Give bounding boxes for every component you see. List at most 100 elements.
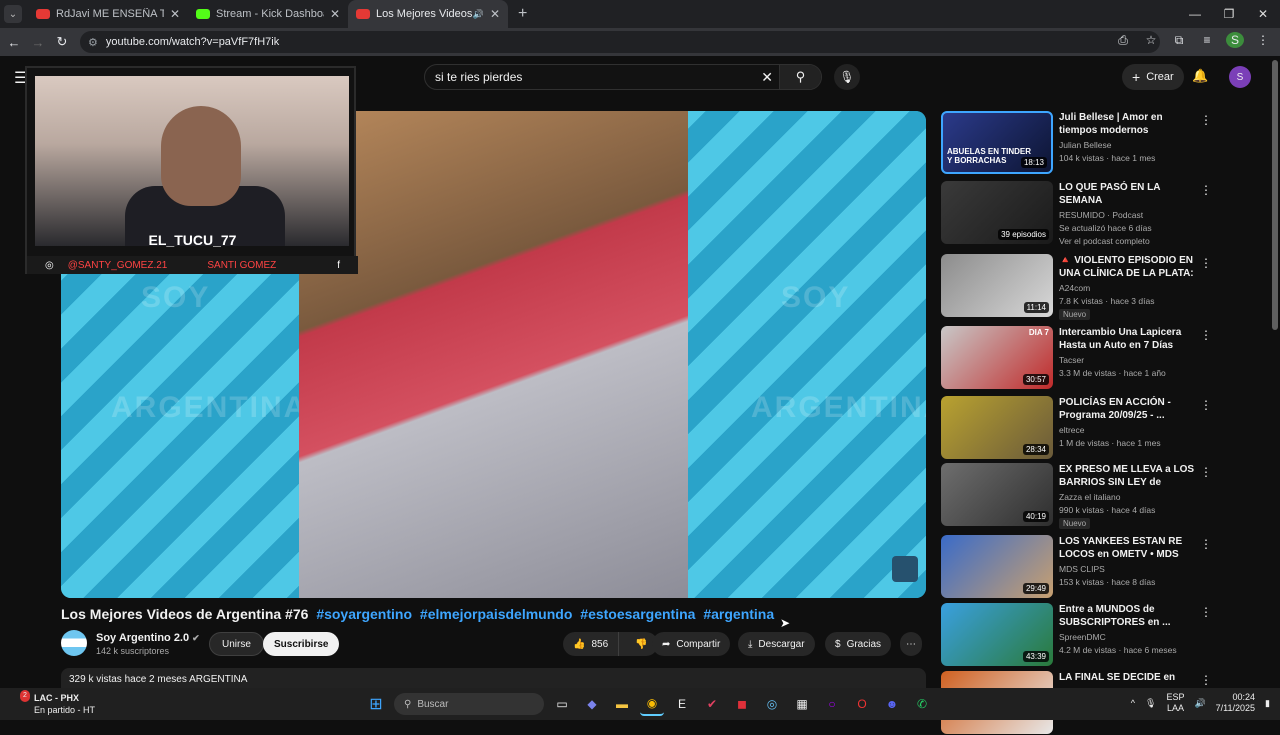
video-menu-icon[interactable]: ⋮ [1200,673,1212,687]
reload-icon[interactable]: ↻ [50,34,74,50]
video-menu-icon[interactable]: ⋮ [1200,465,1212,479]
related-video-channel[interactable]: SpreenDMC [1059,632,1106,642]
related-video-title[interactable]: POLICÍAS EN ACCIÓN - Programa 20/09/25 -… [1059,396,1199,422]
teams-icon[interactable]: ◆ [580,692,604,716]
page-scrollbar[interactable] [1272,60,1278,330]
create-button[interactable]: + Crear [1122,64,1184,90]
video-thumbnail[interactable]: DIA 7 30:57 [941,326,1053,389]
media-icon[interactable]: ≡ [1198,33,1216,47]
minimize-icon[interactable]: — [1178,7,1212,21]
install-icon[interactable]: ⎙ [1114,33,1132,48]
related-video-channel[interactable]: eltrece [1059,425,1085,435]
related-video-card[interactable]: 43:39 Entre a MUNDOS de SUBSCRIPTORES en … [941,603,1212,667]
browser-tab[interactable]: RdJavi ME ENSEÑA TODA SU C... ✕ [28,0,188,28]
video-thumbnail[interactable]: 11:14 [941,254,1053,317]
video-menu-icon[interactable]: ⋮ [1200,256,1212,270]
search-icon[interactable]: ⚲ [779,65,821,89]
hashtag-link[interactable]: #argentina [703,606,774,622]
epic-games-icon[interactable]: E [670,692,694,716]
tab-close-icon[interactable]: ✕ [490,7,500,21]
tab-audio-icon[interactable]: 🔊 [473,9,484,20]
video-menu-icon[interactable]: ⋮ [1200,398,1212,412]
microphone-icon[interactable]: 🎙 [834,64,860,90]
related-video-channel[interactable]: A24com [1059,283,1090,293]
restore-icon[interactable]: ❐ [1212,7,1246,21]
tab-search-button[interactable]: ⌄ [4,5,22,23]
download-button[interactable]: ⤓ Descargar [738,632,815,656]
search-input[interactable]: si te ries pierdes [435,70,522,84]
related-video-channel[interactable]: Tacser [1059,355,1084,365]
notification-center-icon[interactable]: ▮ [1265,698,1270,709]
related-video-title[interactable]: LA FINAL SE DECIDE en [1059,671,1199,684]
related-video-title[interactable]: 🔺 VIOLENTO EPISODIO EN UNA CLÍNICA DE LA… [1059,254,1199,282]
related-video-title[interactable]: Intercambio Una Lapicera Hasta un Auto e… [1059,326,1199,352]
steam-icon[interactable]: ◎ [760,692,784,716]
related-video-title[interactable]: Entre a MUNDOS de SUBSCRIPTORES en ... [1059,603,1199,629]
related-video-card[interactable]: 28:34 POLICÍAS EN ACCIÓN - Programa 20/09… [941,396,1212,460]
task-view-icon[interactable]: ▭ [550,692,574,716]
opera-icon[interactable]: O [850,692,874,716]
clock[interactable]: 00:24 7/11/2025 [1216,692,1255,714]
video-thumbnail[interactable]: 29:49 [941,535,1053,598]
windows-start-icon[interactable]: ⊞ [364,692,388,716]
video-menu-icon[interactable]: ⋮ [1200,113,1212,127]
related-video-channel[interactable]: Zazza el italiano [1059,492,1120,502]
user-avatar[interactable]: S [1229,66,1251,88]
bookmark-star-icon[interactable]: ☆ [1142,33,1160,47]
channel-avatar[interactable] [61,630,87,656]
tab-close-icon[interactable]: ✕ [170,7,180,21]
related-video-card[interactable]: DIA 7 30:57 Intercambio Una Lapicera Hasta… [941,326,1212,390]
hashtag-link[interactable]: #elmejorpaisdelmundo [420,606,572,622]
share-button[interactable]: ➦ Compartir [652,632,731,656]
new-tab-button[interactable]: + [518,5,527,23]
language-indicator[interactable]: ESP LAA [1166,692,1184,714]
video-menu-icon[interactable]: ⋮ [1200,328,1212,342]
channel-name[interactable]: Soy Argentino 2.0 ✔ [96,632,200,644]
browser-tab[interactable]: Los Mejores Videos de Arg...🔊 ✕ [348,0,508,28]
related-video-card[interactable]: 11:14 🔺 VIOLENTO EPISODIO EN UNA CLÍNICA … [941,254,1212,320]
riot-icon[interactable]: ◼ [730,692,754,716]
hashtag-link[interactable]: #estoesargentina [580,606,695,622]
notifications-bell-icon[interactable]: 🔔 [1192,68,1208,84]
related-video-card[interactable]: 40:19 EX PRESO ME LLEVA a LOS BARRIOS SIN… [941,463,1212,529]
extensions-icon[interactable]: ⧉ [1170,33,1188,48]
video-menu-icon[interactable]: ⋮ [1200,605,1212,619]
back-icon[interactable]: ← [2,35,26,50]
more-actions-button[interactable]: ⋯ [900,632,922,656]
subscribe-button[interactable]: Suscribirse [263,632,340,656]
clear-search-icon[interactable]: ✕ [761,69,773,86]
hashtag-link[interactable]: #soyargentino [316,606,412,622]
weather-widget[interactable]: 2 LAC - PHX En partido - HT [14,690,95,716]
like-button[interactable]: 👍 856 [563,632,620,656]
related-video-card[interactable]: 39 episodios LO QUE PASÓ EN LA SEMANA RESU… [941,181,1212,246]
discord-icon[interactable]: ☻ [880,692,904,716]
related-video-card[interactable]: ABUELAS EN TINDER Y BORRACHAS 18:13 Juli B… [941,111,1212,175]
related-video-channel[interactable]: MDS CLIPS [1059,564,1105,574]
app-icon[interactable]: ✔ [700,692,724,716]
video-thumbnail[interactable]: 40:19 [941,463,1053,526]
close-window-icon[interactable]: ✕ [1246,7,1280,21]
taskbar-search[interactable]: ⚲ Buscar [394,693,544,715]
profile-avatar[interactable]: S [1226,32,1244,48]
related-video-title[interactable]: EX PRESO ME LLEVA a LOS BARRIOS SIN LEY … [1059,463,1199,491]
join-button[interactable]: Unirse [209,632,264,656]
volume-icon[interactable]: 🔊 [1194,698,1205,709]
whatsapp-icon[interactable]: ✆ [910,692,934,716]
related-video-card[interactable]: 29:49 LOS YANKEES ESTAN RE LOCOS en OMETV… [941,535,1212,599]
chrome-icon[interactable]: ◉ [640,692,664,716]
obs-icon[interactable]: ○ [820,692,844,716]
podcast-link[interactable]: Ver el podcast completo [1059,236,1150,246]
video-thumbnail[interactable]: 39 episodios [941,181,1053,244]
related-video-title[interactable]: Juli Bellese | Amor en tiempos modernos [1059,111,1199,137]
tray-chevron-icon[interactable]: ^ [1131,698,1135,708]
tab-close-icon[interactable]: ✕ [330,7,340,21]
video-thumbnail[interactable]: 43:39 [941,603,1053,666]
video-menu-icon[interactable]: ⋮ [1200,537,1212,551]
related-video-channel[interactable]: Julian Bellese [1059,140,1111,150]
omnibox[interactable]: ⚙ youtube.com/watch?v=paVfF7fH7ik [80,31,1160,53]
mic-tray-icon[interactable]: 🎙 [1145,698,1156,709]
video-thumbnail[interactable]: 28:34 [941,396,1053,459]
calendar-icon[interactable]: ▦ [790,692,814,716]
thanks-button[interactable]: $ Gracias [825,632,892,656]
site-info-icon[interactable]: ⚙ [88,36,98,49]
